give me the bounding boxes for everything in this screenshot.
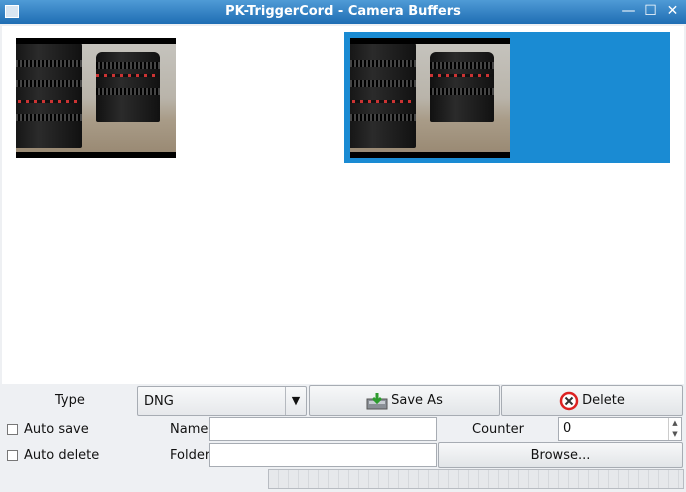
save-as-label: Save As (391, 393, 443, 408)
folder-field[interactable] (209, 443, 437, 467)
auto-delete-checkbox[interactable] (7, 450, 18, 461)
title-bar: PK-TriggerCord - Camera Buffers — ☐ ✕ (0, 0, 686, 24)
browse-button[interactable]: Browse... (438, 442, 683, 468)
camera-photo (16, 44, 176, 152)
type-select-value: DNG (144, 394, 174, 409)
auto-save-label: Auto save (24, 422, 89, 437)
auto-delete-label: Auto delete (24, 448, 100, 463)
delete-label: Delete (582, 393, 625, 408)
name-field[interactable] (209, 417, 437, 441)
maximize-icon[interactable]: ☐ (642, 3, 659, 20)
minimize-icon[interactable]: — (620, 3, 637, 20)
progress-bar (268, 469, 684, 489)
folder-label: Folder (170, 448, 211, 463)
save-icon (366, 392, 388, 409)
delete-button[interactable]: Delete (501, 385, 683, 416)
type-label: Type (55, 393, 85, 408)
stepper-arrows-icon[interactable]: ▲ ▼ (668, 418, 681, 440)
buffer-thumbnail-2[interactable] (350, 38, 510, 158)
type-select[interactable]: DNG ▼ (137, 386, 307, 416)
buffer-thumbnail-1[interactable] (16, 38, 176, 158)
counter-value: 0 (563, 421, 572, 436)
counter-label: Counter (472, 422, 524, 437)
browse-label: Browse... (530, 447, 591, 463)
name-label: Name (170, 422, 209, 437)
counter-stepper[interactable]: 0 ▲ ▼ (558, 417, 682, 441)
auto-save-checkbox[interactable] (7, 424, 18, 435)
camera-photo (350, 44, 510, 152)
save-as-button[interactable]: Save As (309, 385, 500, 416)
window-title: PK-TriggerCord - Camera Buffers (225, 4, 461, 19)
delete-icon (559, 391, 579, 410)
chevron-down-icon[interactable]: ▼ (285, 387, 306, 415)
close-icon[interactable]: ✕ (664, 3, 681, 20)
